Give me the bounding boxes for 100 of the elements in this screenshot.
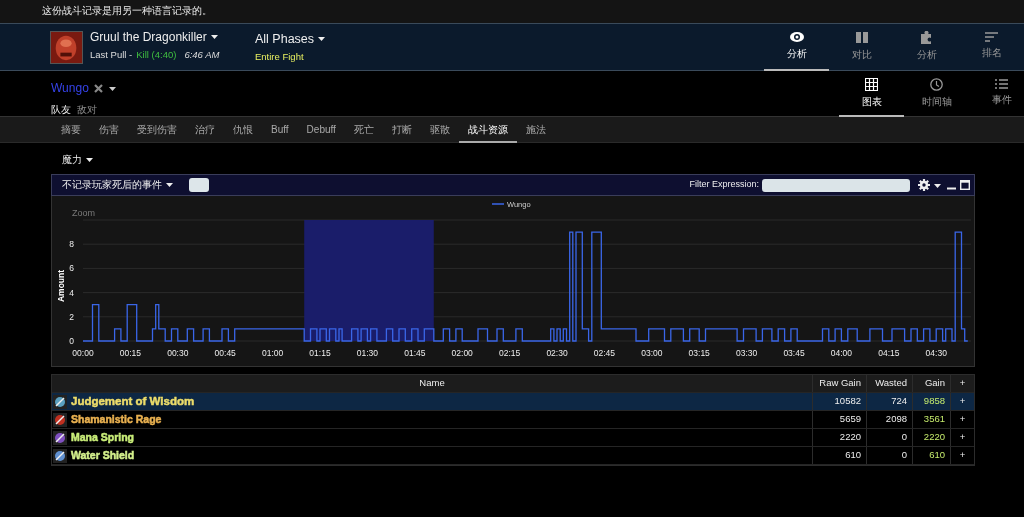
column-header: Name	[418, 376, 446, 391]
table-cell: 0	[866, 447, 912, 464]
report-tab[interactable]: 战斗资源	[458, 117, 517, 143]
notice-text: 这份战斗记录是用另一种语言记录的。	[42, 5, 212, 16]
table-row[interactable]: Water Shield 610 0 610 +	[52, 447, 974, 465]
nav-tab[interactable]: 对比	[829, 23, 894, 71]
x-tick-label: 00:30	[167, 348, 189, 358]
spell-name: Water Shield	[71, 447, 135, 463]
x-tick-label: 02:30	[546, 348, 568, 358]
y-tick-label: 0	[69, 336, 74, 346]
caret-icon	[86, 158, 93, 163]
pull-label: Last Pull -	[90, 47, 133, 61]
close-icon[interactable]	[93, 83, 103, 93]
spell-name: Mana Spring	[71, 429, 134, 445]
x-tick-label: 00:45	[214, 348, 236, 358]
caret-icon	[318, 37, 326, 42]
report-tab[interactable]: 受到伤害	[128, 117, 186, 143]
report-tab[interactable]: Buff	[262, 117, 298, 143]
report-tab[interactable]: 施法	[516, 117, 555, 143]
filter-link[interactable]: 敌对	[77, 104, 97, 115]
x-tick-label: 02:15	[499, 348, 521, 358]
y-tick-label: 2	[69, 311, 74, 322]
pull-time: 6:46 AM	[184, 47, 220, 61]
x-tick-label: 00:00	[72, 348, 94, 358]
report-tab[interactable]: Debuff	[297, 117, 345, 143]
axis-title: Amount	[56, 269, 66, 303]
x-tick-label: 03:15	[688, 348, 710, 358]
boss-portrait-icon	[50, 30, 83, 64]
report-tab[interactable]: 死亡	[344, 117, 383, 143]
split-panel-icon	[855, 30, 868, 44]
clock-icon	[930, 77, 943, 91]
nav-tab[interactable]: 时间轴	[904, 71, 969, 117]
table-cell: 0	[866, 429, 912, 446]
column-header: Gain	[912, 375, 950, 392]
table-cell: 2220	[812, 429, 866, 446]
settings-icon[interactable]	[918, 179, 930, 191]
x-tick-label: 04:15	[878, 348, 900, 358]
nav-tab[interactable]: 事件	[969, 71, 1024, 117]
expand-button[interactable]: +	[950, 447, 974, 464]
table-cell: 610	[812, 447, 866, 464]
y-tick-label: 6	[69, 263, 74, 274]
caret-icon	[166, 183, 173, 188]
x-tick-label: 03:30	[736, 348, 758, 358]
puzzle-icon	[920, 30, 933, 44]
spell-name: Judgement of Wisdom	[71, 395, 195, 408]
table-cell: 2220	[912, 429, 950, 446]
maximize-icon[interactable]	[960, 180, 970, 190]
x-tick-label: 02:00	[451, 348, 473, 358]
grid-icon	[865, 77, 878, 91]
spell-name: Shamanistic Rage	[71, 411, 162, 427]
nav-tab[interactable]: 分析	[894, 23, 959, 71]
legend-line	[491, 203, 505, 205]
toggle-button[interactable]	[189, 178, 209, 192]
phase-subtitle: Entire Fight	[255, 50, 305, 65]
x-tick-label: 00:15	[119, 348, 142, 358]
x-tick-label: 01:45	[404, 348, 426, 358]
zoom-label: Zoom	[72, 208, 95, 218]
eye-icon	[789, 31, 804, 43]
kill-result: Kill (4:40)	[136, 47, 177, 61]
x-tick-label: 01:00	[261, 348, 284, 358]
report-tab[interactable]: 摘要	[52, 117, 90, 143]
report-tab[interactable]: 治疗	[186, 117, 224, 143]
x-tick-label: 01:15	[309, 348, 331, 358]
table-cell: 5659	[812, 411, 866, 428]
x-tick-label: 03:45	[783, 348, 805, 358]
x-tick-label: 02:45	[593, 348, 616, 358]
death-filter-dropdown[interactable]: 不记录玩家死后的事件	[62, 177, 173, 193]
table-row[interactable]: Mana Spring 2220 0 2220 +	[52, 429, 974, 447]
x-tick-label: 01:30	[356, 348, 379, 358]
expand-button[interactable]: +	[950, 429, 974, 446]
x-tick-label: 04:00	[830, 348, 853, 358]
y-tick-label: 4	[69, 287, 74, 298]
list-icon	[995, 79, 1008, 89]
sort-icon	[985, 32, 998, 42]
column-header: Raw Gain	[812, 375, 866, 392]
table-cell: 610	[912, 447, 950, 464]
expand-button[interactable]: +	[950, 411, 974, 428]
nav-tab[interactable]: 排名	[959, 23, 1024, 71]
table-row[interactable]: Shamanistic Rage 5659 2098 3561 +	[52, 411, 974, 429]
nav-tab[interactable]: 分析	[764, 23, 829, 71]
column-header: +	[950, 375, 974, 392]
table-cell: 3561	[912, 411, 950, 428]
report-tab[interactable]: 伤害	[90, 117, 128, 143]
report-tab[interactable]: 打断	[382, 117, 421, 143]
table-row[interactable]: Judgement of Wisdom 10582 724 9858 +	[52, 393, 974, 411]
column-header: Wasted	[866, 375, 912, 392]
report-tab[interactable]: 仇恨	[224, 117, 262, 143]
caret-icon	[210, 35, 218, 40]
filter-input[interactable]	[762, 178, 910, 192]
table-cell: 2098	[866, 411, 912, 428]
boss-dropdown[interactable]: Gruul the Dragonkiller	[90, 29, 255, 45]
player-caret-icon	[108, 86, 116, 91]
settings-caret-icon	[934, 183, 941, 188]
x-tick-label: 03:00	[641, 348, 663, 358]
filter-label: Filter Expression:	[689, 178, 759, 192]
report-tab[interactable]: 驱散	[420, 117, 459, 143]
x-tick-label: 04:30	[925, 348, 947, 358]
resource-dropdown[interactable]: 魔力	[62, 152, 93, 168]
filter-link[interactable]: 队友	[51, 104, 71, 115]
phase-dropdown[interactable]: All Phases	[255, 29, 326, 49]
